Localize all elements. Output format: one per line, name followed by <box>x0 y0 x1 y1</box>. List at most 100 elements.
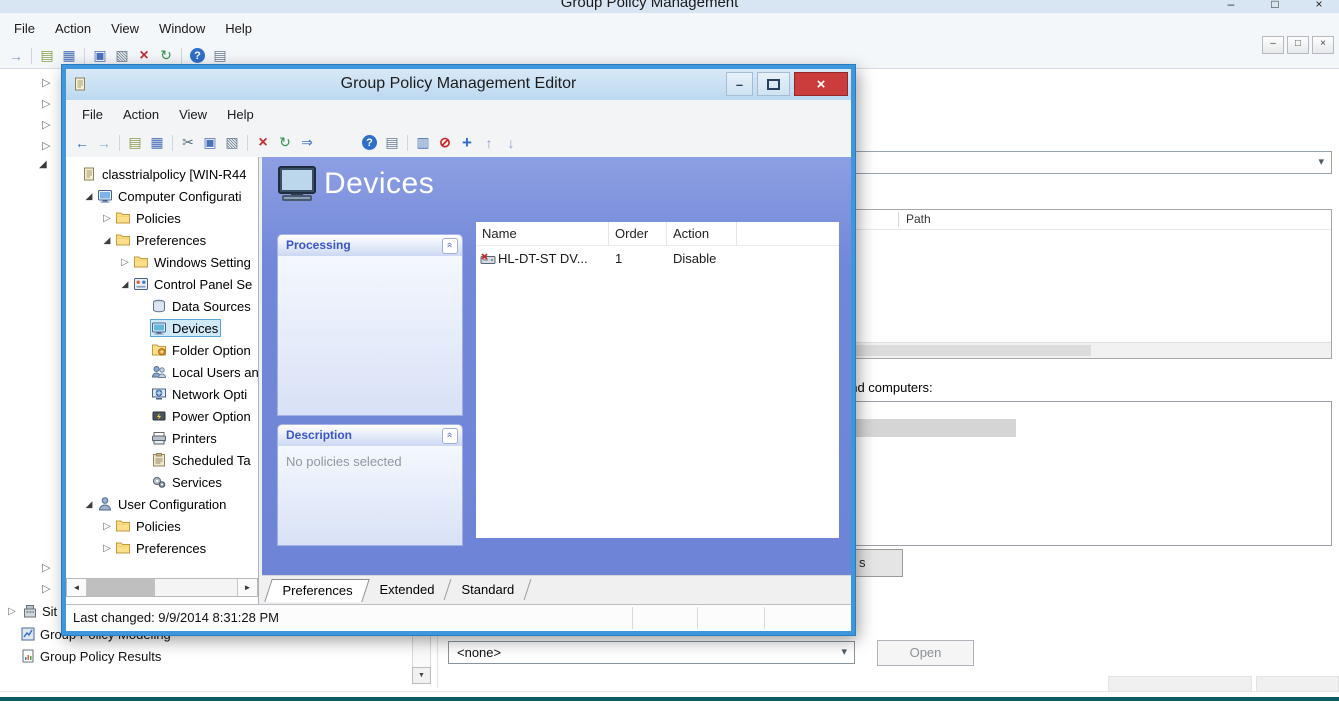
icon-list-icon[interactable]: ▤ <box>381 133 403 153</box>
menu-help[interactable]: Help <box>217 103 264 126</box>
collapse-button[interactable]: » <box>442 428 458 444</box>
export-list-icon[interactable]: ▤ <box>124 133 146 153</box>
expander-icon[interactable]: ◢ <box>100 235 114 246</box>
expander-icon[interactable]: ◢ <box>118 279 132 290</box>
tree-item-network-opti[interactable]: Network Opti <box>66 383 258 405</box>
tree-item-power-option[interactable]: Power Option <box>66 405 258 427</box>
paste-icon[interactable]: ▧ <box>221 133 243 153</box>
export-icon[interactable]: ⇒ <box>296 133 318 153</box>
open-button[interactable]: Open <box>877 640 974 666</box>
tab-preferences[interactable]: Preferences <box>264 579 370 602</box>
expander-icon[interactable]: ▷ <box>42 97 50 110</box>
expander-icon[interactable]: ▷ <box>100 521 114 532</box>
column-header-path[interactable]: Path <box>906 212 931 226</box>
tree-item-control-panel-se[interactable]: ◢Control Panel Se <box>66 273 258 295</box>
wmi-filter-dropdown[interactable]: <none> ▾ <box>448 641 855 664</box>
forward-icon[interactable]: → <box>5 46 27 66</box>
tree-item-local-users-an[interactable]: Local Users an <box>66 361 258 383</box>
minimize-button[interactable]: – <box>726 72 753 96</box>
move-up-icon[interactable]: ↑ <box>478 133 500 153</box>
menu-window[interactable]: Window <box>149 17 215 40</box>
disable-icon[interactable]: ⊘ <box>434 133 456 153</box>
gpm-title-bar[interactable]: Group Policy Management – □ × <box>0 0 1339 13</box>
refresh-icon[interactable]: ↻ <box>155 46 177 66</box>
mdi-restore-button[interactable]: □ <box>1287 36 1309 54</box>
menu-help[interactable]: Help <box>215 17 262 40</box>
sidebar-item-sites[interactable]: ▷ Sit <box>6 601 57 621</box>
expander-icon[interactable]: ▷ <box>100 213 114 224</box>
tree-item-windows-setting[interactable]: ▷Windows Setting <box>66 251 258 273</box>
maximize-button[interactable] <box>757 72 790 96</box>
horizontal-scrollbar[interactable]: ◄ ► <box>66 578 258 597</box>
mdi-minimize-button[interactable]: – <box>1262 36 1284 54</box>
copy-icon[interactable]: ▣ <box>89 46 111 66</box>
forward-icon[interactable]: → <box>93 133 115 153</box>
expander-icon[interactable]: ▷ <box>42 76 50 89</box>
title-bar[interactable]: Group Policy Management Editor – × <box>66 69 851 100</box>
menu-file[interactable]: File <box>72 103 113 126</box>
close-button[interactable]: × <box>1305 0 1333 11</box>
tree-item-folder-option[interactable]: Folder Option <box>66 339 258 361</box>
refresh-icon[interactable]: ↻ <box>274 133 296 153</box>
tree-item-services[interactable]: Services <box>66 471 258 493</box>
properties-icon[interactable]: ▥ <box>412 133 434 153</box>
expander-icon[interactable]: ▷ <box>42 118 50 131</box>
minimize-button[interactable]: – <box>1217 0 1245 11</box>
expander-icon[interactable]: ▷ <box>42 582 50 595</box>
tree-item-computer-configurati[interactable]: ◢Computer Configurati <box>66 185 258 207</box>
console-tree-icon[interactable]: ▦ <box>146 133 168 153</box>
expander-icon[interactable]: ▷ <box>100 543 114 554</box>
delete-icon[interactable]: × <box>252 133 274 153</box>
close-button[interactable]: × <box>794 72 848 96</box>
tree-item-data-sources[interactable]: Data Sources <box>66 295 258 317</box>
expander-icon[interactable]: ◢ <box>82 499 96 510</box>
menu-view[interactable]: View <box>169 103 217 126</box>
console-tree-icon[interactable]: ▦ <box>58 46 80 66</box>
delete-icon[interactable]: × <box>133 46 155 66</box>
collapse-button[interactable]: » <box>442 238 458 254</box>
move-down-icon[interactable]: ↓ <box>500 133 522 153</box>
icon-list-icon[interactable]: ▤ <box>209 46 231 66</box>
tree-item-preferences[interactable]: ▷Preferences <box>66 537 258 559</box>
scrollbar-thumb[interactable] <box>87 579 155 596</box>
expander-icon[interactable]: ▷ <box>42 561 50 574</box>
help-icon[interactable]: ? <box>190 48 205 63</box>
copy-icon[interactable]: ▣ <box>199 133 221 153</box>
sidebar-item-group-policy-results[interactable]: Group Policy Results <box>20 646 161 666</box>
tree-item-printers[interactable]: Printers <box>66 427 258 449</box>
tree-item-scheduled-ta[interactable]: Scheduled Ta <box>66 449 258 471</box>
column-header-order[interactable]: Order <box>609 222 667 245</box>
back-icon[interactable]: ← <box>71 133 93 153</box>
menu-view[interactable]: View <box>101 17 149 40</box>
add-icon[interactable]: + <box>456 133 478 153</box>
expander-icon[interactable]: ◢ <box>82 191 96 202</box>
scroll-left-button[interactable]: ◄ <box>67 579 87 596</box>
vertical-scrollbar[interactable] <box>412 635 431 668</box>
table-row[interactable]: HL-DT-ST DV...1Disable <box>476 246 839 271</box>
tree-item-policies[interactable]: ▷Policies <box>66 207 258 229</box>
menu-file[interactable]: File <box>4 17 45 40</box>
tree-item-policies[interactable]: ▷Policies <box>66 515 258 537</box>
menu-action[interactable]: Action <box>113 103 169 126</box>
scroll-down-button[interactable]: ▼ <box>412 667 431 684</box>
maximize-button[interactable]: □ <box>1261 0 1289 11</box>
column-header-action[interactable]: Action <box>667 222 737 245</box>
tree-item-devices[interactable]: Devices <box>66 317 258 339</box>
column-divider[interactable] <box>898 212 899 227</box>
tab-standard[interactable]: Standard <box>445 579 532 600</box>
expander-icon[interactable]: ▷ <box>42 139 50 152</box>
tree-item-classtrialpolicy-win-r44[interactable]: classtrialpolicy [WIN-R44 <box>66 163 258 185</box>
help-icon[interactable]: ? <box>362 135 377 150</box>
tree-item-user-configuration[interactable]: ◢User Configuration <box>66 493 258 515</box>
cut-icon[interactable]: ✂ <box>177 133 199 153</box>
tree-item-preferences[interactable]: ◢Preferences <box>66 229 258 251</box>
expander-icon[interactable]: ▷ <box>6 606 18 617</box>
expander-icon[interactable]: ◢ <box>39 159 47 170</box>
scroll-right-button[interactable]: ► <box>237 579 257 596</box>
export-list-icon[interactable]: ▤ <box>36 46 58 66</box>
paste-icon[interactable]: ▧ <box>111 46 133 66</box>
tab-extended[interactable]: Extended <box>363 579 452 600</box>
expander-icon[interactable]: ▷ <box>118 257 132 268</box>
column-header-name[interactable]: Name <box>476 222 609 245</box>
mdi-close-button[interactable]: × <box>1312 36 1334 54</box>
